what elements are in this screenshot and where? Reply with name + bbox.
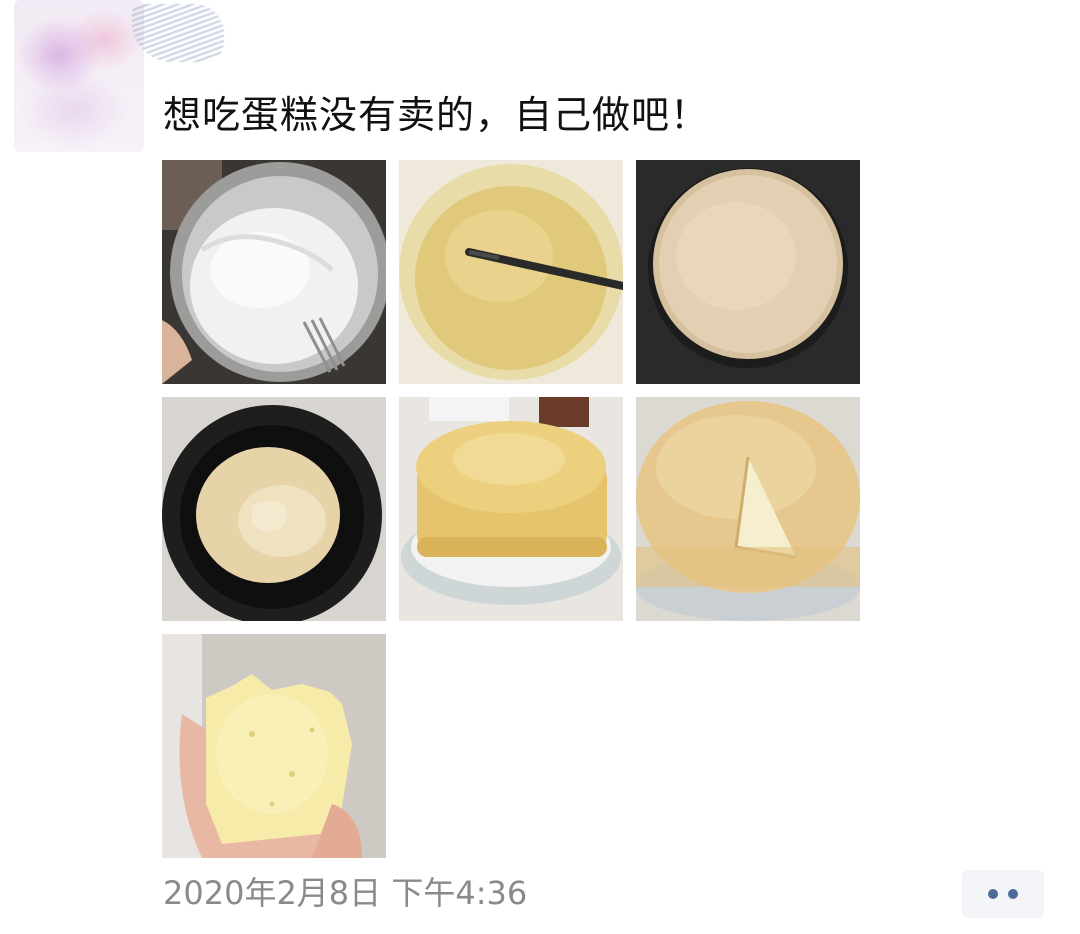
photo-7[interactable] [162,634,386,858]
photo-5[interactable] [399,397,623,621]
whipped-egg-whites-photo [162,160,386,384]
photo-1[interactable] [162,160,386,384]
photo-4[interactable] [162,397,386,621]
more-dots-icon [1008,889,1018,899]
post-timestamp: 2020年2月8日 下午4:36 [163,874,528,912]
photo-6[interactable] [636,397,860,621]
cake-rising-in-pot-photo [162,397,386,621]
whole-cake-on-plate-photo [399,397,623,621]
cake-batter-photo [399,160,623,384]
photo-3[interactable] [636,160,860,384]
photo-2[interactable] [399,160,623,384]
sliced-cake-photo [636,397,860,621]
avatar[interactable] [14,0,144,152]
batter-in-pot-photo [636,160,860,384]
photo-grid [162,160,862,858]
post-text: 想吃蛋糕没有卖的，自己做吧！ [163,93,710,137]
more-dots-icon [988,889,998,899]
cake-piece-in-hand-photo [162,634,386,858]
more-button[interactable] [962,870,1044,918]
avatar-decoration [132,4,224,62]
